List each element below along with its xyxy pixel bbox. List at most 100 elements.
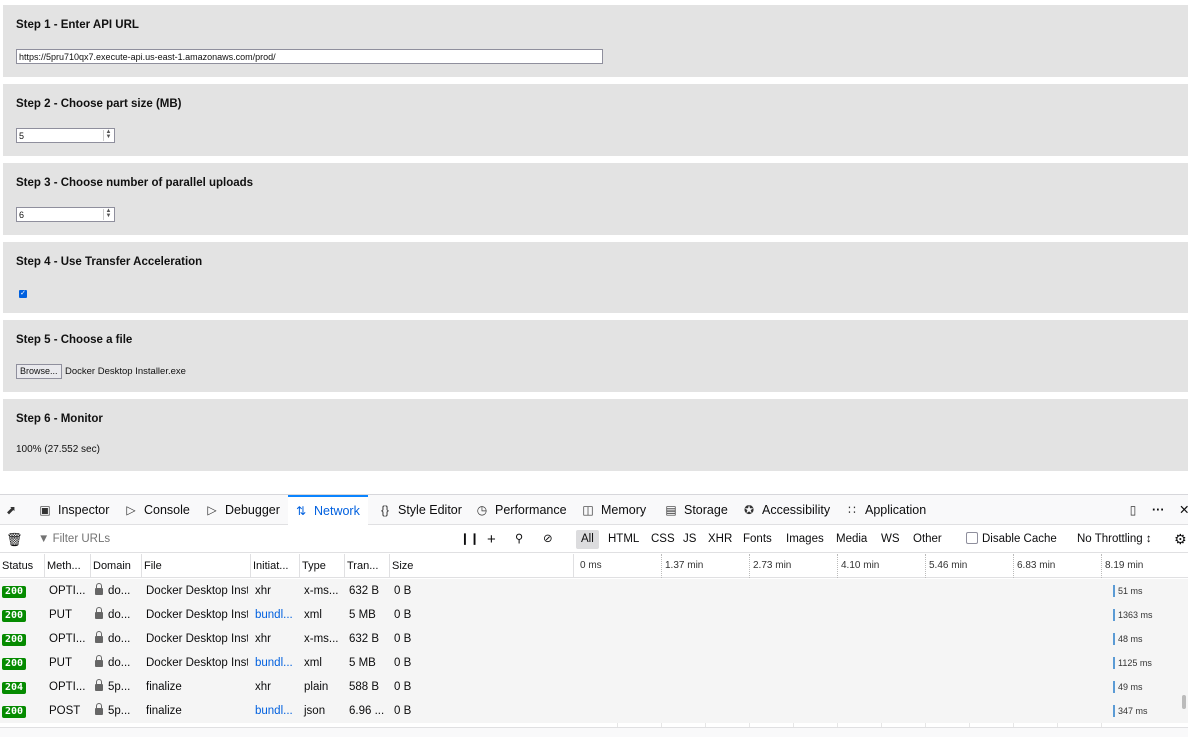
api-url-input[interactable]: https://5pru710qx7.execute-api.us-east-1… xyxy=(16,49,603,64)
clear-requests-icon[interactable]: 🗑 xyxy=(6,526,23,553)
waterfall-bar xyxy=(1113,585,1115,597)
col-size[interactable]: Size xyxy=(390,554,574,578)
col-type[interactable]: Type xyxy=(300,554,345,578)
cell-domain: 5p... xyxy=(91,699,137,723)
col-status[interactable]: Status xyxy=(0,554,45,578)
accessibility-icon: ✪ xyxy=(743,503,755,517)
waterfall-timing: 347 ms xyxy=(1118,706,1148,716)
console-icon: ▷ xyxy=(126,503,136,517)
filter-type-fonts[interactable]: Fonts xyxy=(743,526,772,553)
performance-icon: ◷ xyxy=(476,503,488,517)
memory-icon: ◫ xyxy=(582,503,594,517)
col-file[interactable]: File xyxy=(142,554,251,578)
cell-file: Docker Desktop Inst xyxy=(146,585,248,597)
status-badge: 200 xyxy=(2,706,27,718)
tab-application[interactable]: ∷ Application xyxy=(845,495,926,525)
close-icon[interactable]: ✕ xyxy=(1179,495,1188,525)
scrollbar[interactable] xyxy=(1182,695,1186,709)
settings-gear-icon[interactable]: ⚙ xyxy=(1174,526,1187,553)
waterfall-bar xyxy=(1113,657,1115,669)
cell-transferred: 5 MB xyxy=(349,657,376,669)
cell-size: 0 B xyxy=(394,681,412,693)
parallel-uploads-input[interactable]: 6 ▲ ▼ xyxy=(16,207,115,222)
cell-initiator: bundl... xyxy=(255,657,293,669)
timeline-tick: 0 ms xyxy=(580,560,602,571)
search-icon[interactable]: ⚲ xyxy=(515,526,523,553)
filter-type-all[interactable]: All xyxy=(576,530,599,549)
cell-status: 200 xyxy=(0,579,46,603)
tab-storage[interactable]: ▤ Storage xyxy=(664,495,727,525)
part-size-input[interactable]: 5 ▲ ▼ xyxy=(16,128,115,143)
tab-accessibility[interactable]: ✪ Accessibility xyxy=(742,495,830,525)
lock-icon xyxy=(95,655,103,667)
step-4-panel: Step 4 - Use Transfer Acceleration ✓ xyxy=(3,242,1188,313)
waterfall-bar xyxy=(1113,633,1115,645)
tab-network[interactable]: ⇅ Network xyxy=(288,495,368,525)
throttling-select[interactable]: No Throttling ↕ xyxy=(1077,526,1152,553)
cell-file: Docker Desktop Inst xyxy=(146,609,248,621)
responsive-mode-icon[interactable]: ▯ xyxy=(1126,495,1144,525)
network-toolbar: 🗑 ▼ Filter URLs ❙❙ + ⚲ ⊘ All HTML CSS JS… xyxy=(0,526,1188,553)
step-6-panel: Step 6 - Monitor 100% (27.552 sec) xyxy=(3,399,1188,471)
debugger-icon: ▷ xyxy=(207,503,217,517)
waterfall-timing: 49 ms xyxy=(1118,682,1143,692)
spinner-arrows-icon[interactable]: ▲ ▼ xyxy=(103,129,113,141)
request-row[interactable]: 200 POST 5p... finalize bundl... json 6.96 ...… xyxy=(0,699,1188,723)
cell-type: xml xyxy=(304,609,322,621)
request-row[interactable]: 200 PUT do... Docker Desktop Inst bundl... xm… xyxy=(0,651,1188,675)
col-domain[interactable]: Domain xyxy=(91,554,142,578)
cell-size: 0 B xyxy=(394,633,412,645)
disable-cache-checkbox[interactable]: Disable Cache xyxy=(966,526,1057,553)
filter-urls-input[interactable]: ▼ Filter URLs xyxy=(38,526,448,553)
tab-console[interactable]: ▷ Console xyxy=(124,495,190,525)
col-transferred[interactable]: Tran... xyxy=(345,554,390,578)
filter-type-js[interactable]: JS xyxy=(683,526,696,553)
filter-type-media[interactable]: Media xyxy=(836,526,867,553)
parallel-uploads-value: 6 xyxy=(19,210,25,220)
cell-method: POST xyxy=(49,705,81,717)
filter-type-html[interactable]: HTML xyxy=(608,526,639,553)
checkbox-icon xyxy=(966,532,978,544)
more-options-icon[interactable]: ··· xyxy=(1152,495,1172,525)
request-row[interactable]: 200 OPTI... do... Docker Desktop Inst xhr x-m… xyxy=(0,579,1188,603)
col-initiator[interactable]: Initiat... xyxy=(251,554,300,578)
tab-memory[interactable]: ◫ Memory xyxy=(581,495,646,525)
cell-type: x-ms... xyxy=(304,633,339,645)
cell-file: finalize xyxy=(146,681,182,693)
pause-icon[interactable]: ❙❙ xyxy=(460,526,479,553)
tab-inspector[interactable]: ▣ Inspector xyxy=(38,495,109,525)
block-icon[interactable]: ⊘ xyxy=(543,526,553,553)
spinner-arrows-icon[interactable]: ▲ ▼ xyxy=(103,208,113,220)
cell-method: OPTI... xyxy=(49,681,86,693)
tab-style-editor[interactable]: {} Style Editor xyxy=(378,495,462,525)
filter-type-other[interactable]: Other xyxy=(913,526,942,553)
filter-type-images[interactable]: Images xyxy=(786,526,824,553)
cell-transferred: 632 B xyxy=(349,633,380,645)
filter-type-xhr[interactable]: XHR xyxy=(708,526,732,553)
part-size-value: 5 xyxy=(19,131,25,141)
col-method[interactable]: Meth... xyxy=(45,554,91,578)
step-3-title: Step 3 - Choose number of parallel uploa… xyxy=(16,177,254,189)
tab-debugger[interactable]: ▷ Debugger xyxy=(205,495,280,525)
cell-method: PUT xyxy=(49,609,72,621)
cell-domain: 5p... xyxy=(91,675,137,699)
filter-type-ws[interactable]: WS xyxy=(881,526,900,553)
add-request-icon[interactable]: + xyxy=(487,526,496,553)
waterfall-timing: 51 ms xyxy=(1118,586,1143,596)
style-editor-icon: {} xyxy=(380,503,389,517)
request-row[interactable]: 200 OPTI... do... Docker Desktop Inst xhr x-m… xyxy=(0,627,1188,651)
cell-size: 0 B xyxy=(394,705,412,717)
cell-file: finalize xyxy=(146,705,182,717)
cell-type: json xyxy=(304,705,326,717)
step-5-title: Step 5 - Choose a file xyxy=(16,334,133,346)
browse-button[interactable]: Browse... xyxy=(16,364,62,379)
transfer-acceleration-checkbox[interactable]: ✓ xyxy=(19,290,27,298)
element-picker-icon[interactable]: ⬈ xyxy=(4,495,26,525)
cell-transferred: 588 B xyxy=(349,681,380,693)
cell-domain: do... xyxy=(91,627,137,651)
lock-icon xyxy=(95,583,103,595)
request-row[interactable]: 204 OPTI... 5p... finalize xhr plain 588 B 0 B 4… xyxy=(0,675,1188,699)
request-row[interactable]: 200 PUT do... Docker Desktop Inst bundl... xm… xyxy=(0,603,1188,627)
tab-performance[interactable]: ◷ Performance xyxy=(475,495,567,525)
filter-type-css[interactable]: CSS xyxy=(651,526,675,553)
